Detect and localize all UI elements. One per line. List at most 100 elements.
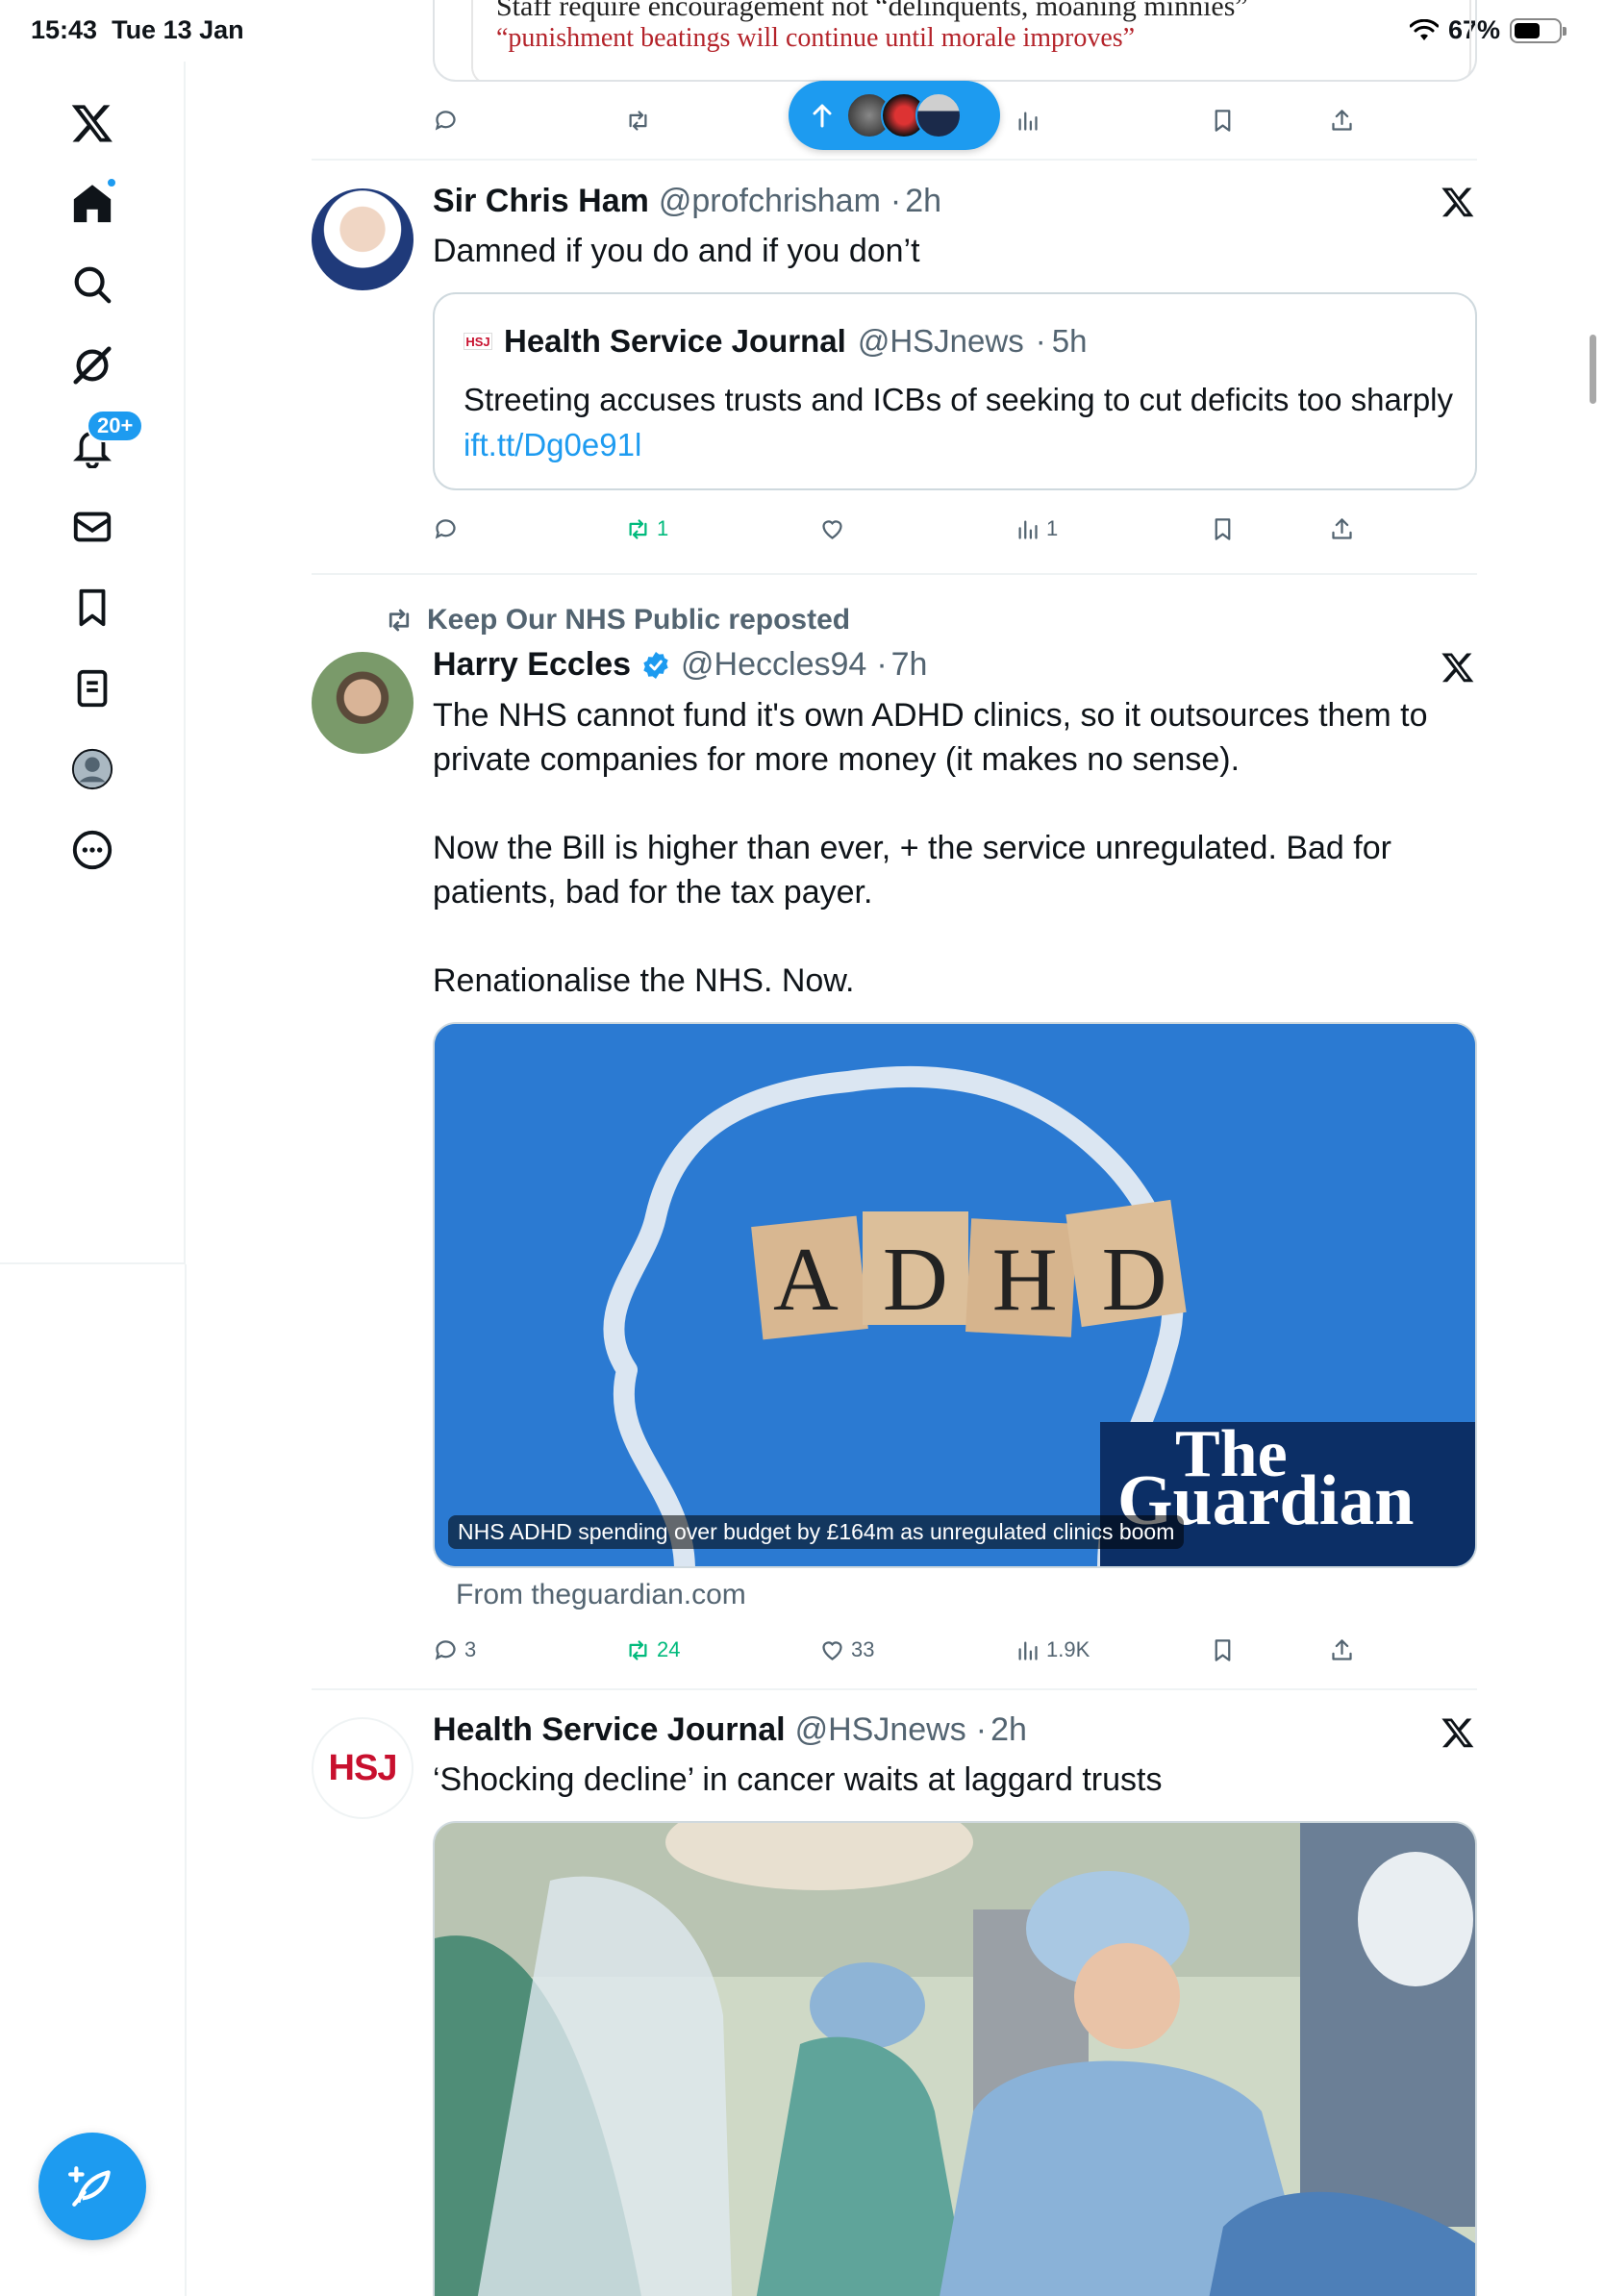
post-time[interactable]: 2h (990, 1711, 1027, 1749)
repost-button[interactable]: 1 (625, 510, 668, 548)
bookmark-icon (79, 588, 106, 627)
sidebar-item-notifications[interactable]: 20+ (56, 410, 144, 483)
previous-post-card[interactable]: Staff require encouragement not “delinqu… (433, 0, 1477, 82)
author-handle[interactable]: @HSJnews (795, 1711, 966, 1749)
home-unread-dot (106, 177, 117, 188)
link-card-source[interactable]: From theguardian.com (456, 1579, 746, 1611)
avatar[interactable]: HSJ (312, 1717, 414, 1819)
post-divider (312, 159, 1477, 161)
sidebar-item-more[interactable] (56, 813, 129, 886)
link-card-title: NHS ADHD spending over budget by £164m a… (448, 1515, 1185, 1549)
surgery-photo (435, 1823, 1475, 2296)
reply-icon (435, 1639, 456, 1660)
bookmark-button[interactable] (1210, 1631, 1236, 1669)
views-button[interactable]: 1.9K (1015, 1631, 1090, 1669)
reply-button[interactable] (433, 101, 459, 139)
search-icon (74, 266, 112, 304)
x-logo-icon (71, 105, 113, 142)
post-text: Damned if you do and if you don’t (433, 233, 920, 269)
views-count: 1.9K (1046, 1637, 1090, 1661)
reposted-by-text: Keep Our NHS Public reposted (427, 604, 851, 636)
views-icon (1018, 112, 1038, 131)
sidebar-item-home[interactable] (56, 167, 129, 240)
new-posts-pill[interactable] (789, 81, 1000, 150)
reply-count: 3 (464, 1637, 477, 1661)
author-name[interactable]: Health Service Journal (433, 1711, 786, 1749)
link-card-image[interactable]: ADHD The Guardian NHS ADHD spending over… (433, 1022, 1477, 1568)
sidebar-item-messages[interactable] (56, 490, 129, 563)
sidebar-item-search[interactable] (56, 248, 129, 321)
profile-avatar-icon (71, 748, 113, 790)
repost-count: 24 (657, 1637, 681, 1661)
sidebar-item-grok[interactable] (56, 329, 129, 402)
post-header: Harry Eccles @Heccles94 · 7h (433, 646, 928, 684)
previous-post-quote-image: Staff require encouragement not “delinqu… (471, 0, 1471, 80)
reply-button[interactable] (433, 510, 464, 548)
post-header: Sir Chris Ham @profchrisham · 2h (433, 183, 942, 220)
bookmark-icon (1215, 109, 1231, 132)
quoted-post-time: 5h (1051, 323, 1088, 359)
compose-post-button[interactable] (38, 2133, 146, 2240)
quoted-author-name: Health Service Journal (504, 323, 846, 359)
share-button[interactable] (1329, 101, 1355, 139)
x-logo-icon (1441, 653, 1474, 683)
status-time: 15:43 Tue 13 Jan (31, 15, 244, 44)
share-icon (1332, 109, 1352, 131)
quoted-post[interactable]: HSJ Health Service Journal @HSJnews · 5h… (433, 292, 1477, 490)
bookmark-icon (1215, 1638, 1231, 1661)
reposted-by[interactable]: Keep Our NHS Public reposted (383, 604, 850, 636)
repost-icon (629, 1639, 647, 1660)
post-time[interactable]: 2h (905, 183, 941, 220)
battery-icon (1510, 17, 1566, 43)
heart-icon (822, 519, 842, 539)
reply-button[interactable]: 3 (433, 1631, 476, 1669)
like-button[interactable] (819, 510, 851, 548)
author-handle[interactable]: @Heccles94 (681, 646, 866, 684)
repost-button[interactable]: 24 (625, 1631, 680, 1669)
list-icon (77, 669, 108, 708)
views-button[interactable] (1015, 101, 1040, 139)
sidebar-item-bookmarks[interactable] (56, 571, 129, 644)
reply-icon (435, 518, 456, 538)
x-logo-button[interactable] (56, 87, 129, 160)
bookmark-button[interactable] (1210, 101, 1236, 139)
post-header: Health Service Journal @HSJnews · 2h (433, 1711, 1027, 1749)
previous-post-line2: “punishment beatings will continue until… (496, 23, 1136, 53)
previous-post-line1: Staff require encouragement not “delinqu… (496, 0, 1248, 22)
post-text: ‘Shocking decline’ in cancer waits at la… (433, 1761, 1163, 1798)
post-time[interactable]: 7h (891, 646, 928, 684)
quoted-post-link[interactable]: ift.tt/Dg0e91l (464, 427, 641, 462)
repost-icon (629, 518, 647, 539)
quoted-post-header: HSJ Health Service Journal @HSJnews · 5h (464, 323, 1087, 360)
author-handle[interactable]: @profchrisham (659, 183, 881, 220)
post-actions: 3 24 33 1.9K (433, 1631, 1394, 1669)
share-button[interactable] (1329, 1631, 1355, 1669)
x-logo-icon (1441, 187, 1474, 217)
repost-button[interactable] (625, 101, 651, 139)
avatar[interactable] (312, 188, 414, 290)
author-name[interactable]: Harry Eccles (433, 646, 631, 684)
repost-count: 1 (657, 516, 669, 540)
post-actions: 1 1 (433, 510, 1394, 548)
new-post-avatar (915, 92, 962, 138)
post-divider (312, 1688, 1477, 1690)
repost-icon (388, 609, 410, 632)
home-icon (73, 185, 112, 223)
author-name[interactable]: Sir Chris Ham (433, 183, 649, 220)
avatar[interactable] (312, 652, 414, 754)
sidebar-item-lists[interactable] (56, 652, 129, 725)
x-logo-icon (1441, 1718, 1474, 1748)
sidebar-item-profile[interactable] (56, 733, 129, 806)
like-button[interactable]: 33 (819, 1631, 874, 1669)
views-button[interactable]: 1 (1015, 510, 1058, 548)
grok-icon (73, 346, 112, 385)
views-icon (1018, 520, 1038, 539)
post-text: The NHS cannot fund it's own ADHD clinic… (433, 697, 1428, 999)
scroll-indicator[interactable] (1590, 335, 1596, 404)
hsj-avatar-logo: HSJ (328, 1747, 398, 1788)
bookmark-button[interactable] (1210, 510, 1236, 548)
share-button[interactable] (1329, 510, 1355, 548)
share-icon (1332, 1638, 1352, 1660)
post-image[interactable] (433, 1821, 1477, 2296)
repost-icon (629, 110, 647, 131)
